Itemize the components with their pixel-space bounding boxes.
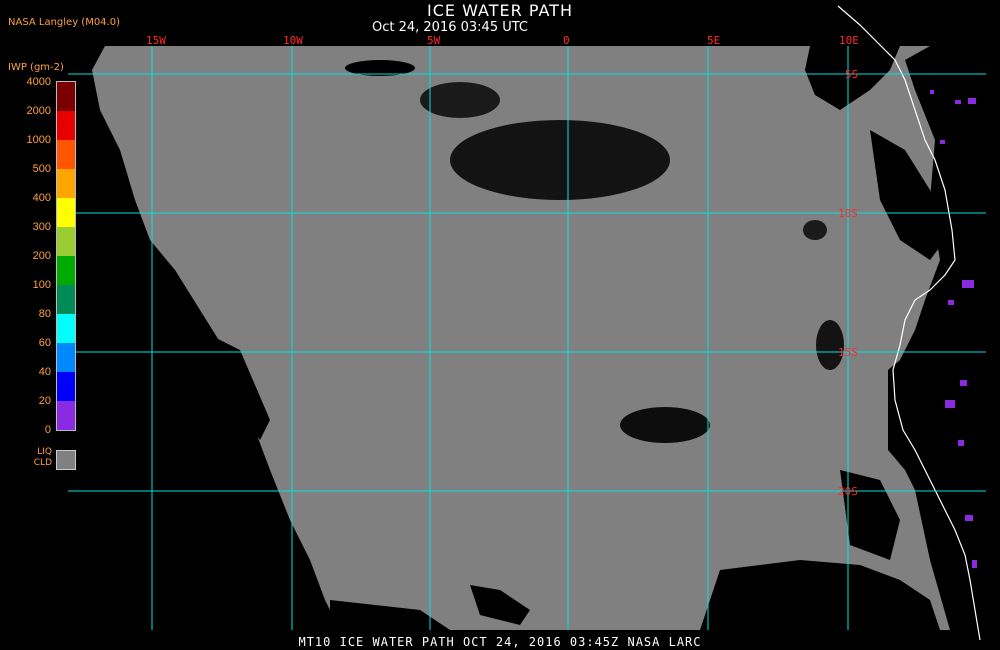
clear-patch-north: [450, 120, 670, 200]
legend-swatch: [57, 169, 75, 198]
lon-label-10w: 10W: [283, 34, 303, 47]
legend-swatch: [57, 401, 75, 430]
legend-tick-label: 0: [44, 424, 51, 436]
map-canvas: 15W 10W 5W 0 5E 10E 5S 10S 15S 20S: [68, 5, 986, 641]
legend-swatch: [57, 198, 75, 227]
legend-tick-label: 4000: [26, 76, 51, 88]
liquid-cloud-label-line2: CLD: [33, 458, 52, 468]
lon-label-5e: 5E: [707, 34, 720, 47]
legend-tick-label: 40: [38, 366, 51, 378]
clear-patch-northeast-small: [803, 220, 827, 240]
clear-patch-north-2: [420, 82, 500, 118]
legend-tick-label: 400: [32, 192, 51, 204]
legend-tick-label: 80: [38, 308, 51, 320]
legend-swatch: [57, 227, 75, 256]
clear-patch-east: [816, 320, 844, 370]
legend-color-bar: [56, 81, 76, 431]
lat-label-20s: 20S: [838, 485, 858, 498]
legend-swatch: [57, 285, 75, 314]
lat-label-5s: 5S: [845, 68, 858, 81]
legend-tick-label: 1000: [26, 134, 51, 146]
liquid-cloud-swatch: [56, 450, 76, 470]
map-timestamp: Oct 24, 2016 03:45 UTC: [372, 20, 528, 35]
legend-title: IWP (gm-2): [8, 62, 64, 73]
legend-swatch: [57, 111, 75, 140]
legend-tick-label: 300: [32, 221, 51, 233]
liquid-cloud-label: LIQ CLD: [30, 447, 52, 469]
liquid-cloud-label-line1: LIQ: [37, 447, 52, 457]
lat-label-15s: 15S: [838, 346, 858, 359]
legend-tick-label: 200: [32, 250, 51, 262]
lat-label-10s: 10S: [838, 207, 858, 220]
legend-tick-label: 500: [32, 163, 51, 175]
legend-swatch: [57, 82, 75, 111]
lon-label-5w: 5W: [427, 34, 441, 47]
clear-patch-center: [620, 407, 710, 443]
source-label: NASA Langley (M04.0): [8, 17, 120, 28]
legend-swatch: [57, 256, 75, 285]
legend-swatch: [57, 343, 75, 372]
legend-tick-label: 60: [38, 337, 51, 349]
lon-label-15w: 15W: [146, 34, 166, 47]
legend-swatch: [57, 140, 75, 169]
lon-label-10e: 10E: [839, 34, 859, 47]
map-title: ICE WATER PATH: [427, 1, 573, 20]
legend-swatch: [57, 314, 75, 343]
legend-tick-label: 20: [38, 395, 51, 407]
legend-tick-label: 100: [32, 279, 51, 291]
legend-swatch: [57, 372, 75, 401]
legend-tick-label: 2000: [26, 105, 51, 117]
lon-label-0: 0: [563, 34, 570, 47]
footer-caption: MT10 ICE WATER PATH OCT 24, 2016 03:45Z …: [298, 635, 702, 649]
color-legend: 4000 2000 1000 500 400 300 200 100 80 60 40 20 0: [0, 76, 80, 470]
